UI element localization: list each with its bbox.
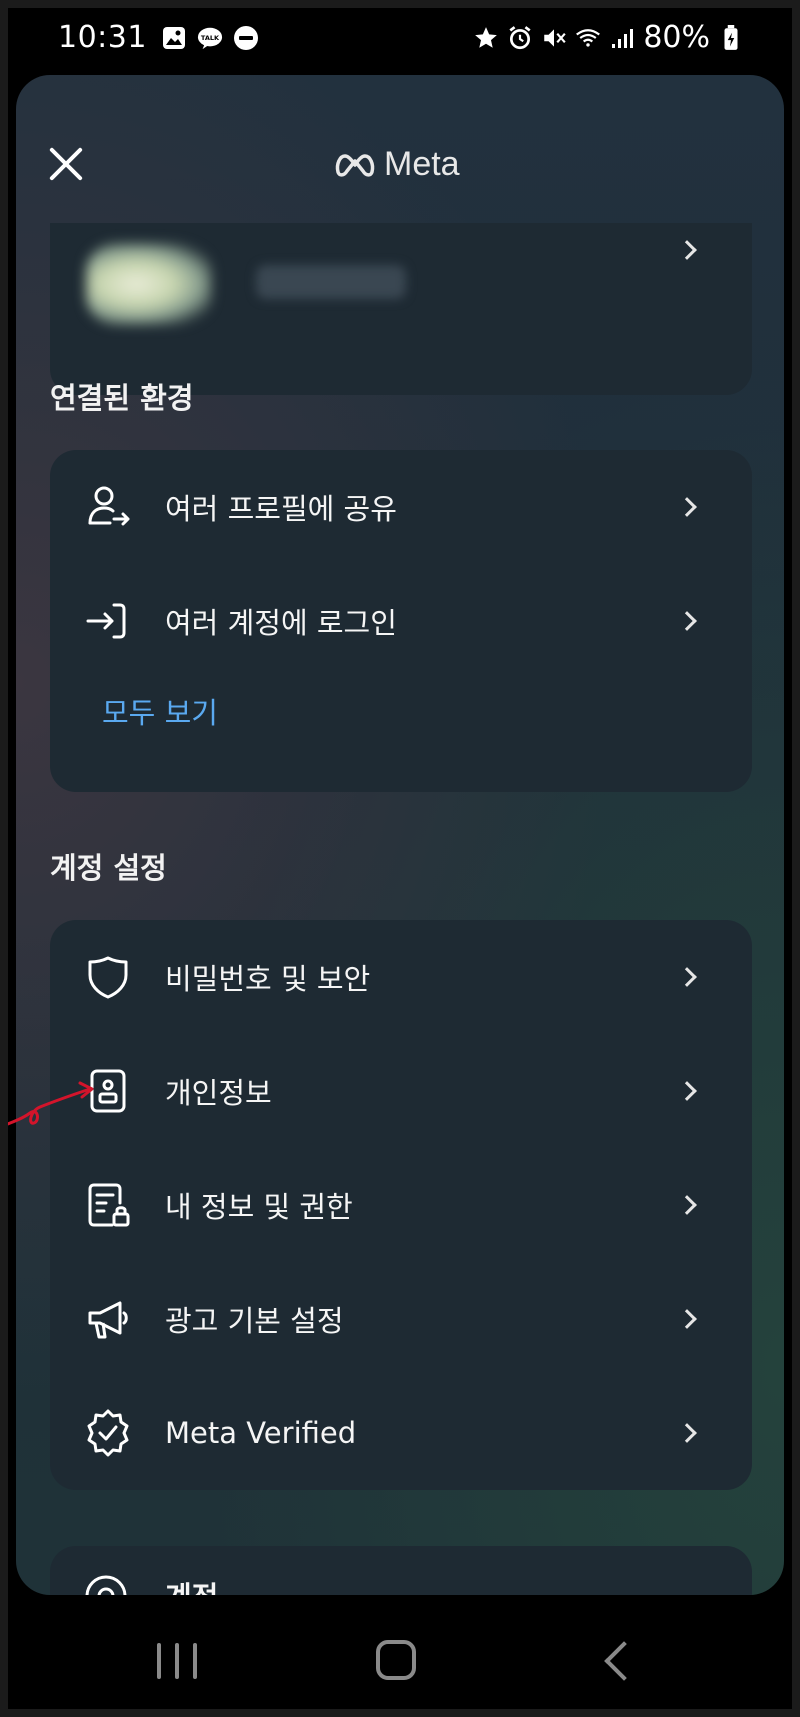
verified-badge-icon [82, 1407, 134, 1459]
chevron-right-icon [677, 1195, 697, 1215]
profile-card[interactable] [50, 223, 752, 395]
battery-icon [718, 24, 744, 51]
home-button[interactable] [376, 1640, 416, 1680]
chevron-right-icon [677, 1081, 697, 1101]
menu-item-label: 여러 프로필에 공유 [165, 492, 397, 526]
svg-text:TALK: TALK [201, 33, 220, 41]
account-card-partial[interactable]: 계정 [50, 1546, 752, 1595]
menu-item-label: 개인정보 [165, 1076, 272, 1110]
account-circle-icon [82, 1572, 130, 1595]
close-button[interactable] [42, 140, 90, 188]
menu-item-label: Meta Verified [165, 1416, 357, 1450]
chevron-right-icon [677, 1309, 697, 1329]
chevron-right-icon [677, 1423, 697, 1443]
connected-card: 여러 프로필에 공유 여러 계정에 로그인 모두 보기 [50, 450, 752, 792]
account-settings-card: 비밀번호 및 보안 개인정보 내 정보 및 권한 광고 기본 설정 Meta V… [50, 920, 752, 1490]
accounts-center-sheet: Meta 연결된 환경 여러 프로필에 공유 여러 계정에 로그인 모두 보기 … [16, 75, 784, 1595]
sheet-header: Meta [16, 75, 784, 225]
menu-item-label: 광고 기본 설정 [165, 1304, 344, 1338]
menu-item-share-profiles[interactable]: 여러 프로필에 공유 [50, 450, 752, 564]
recent-apps-button[interactable] [157, 1643, 197, 1679]
menu-item-label: 내 정보 및 권한 [165, 1190, 353, 1224]
annotation-arrow-icon [0, 1081, 94, 1129]
menu-item-label: 여러 계정에 로그인 [165, 606, 397, 640]
section-title-account-settings: 계정 설정 [50, 851, 167, 885]
avatar [86, 243, 212, 325]
see-all-link[interactable]: 모두 보기 [102, 690, 218, 732]
alarm-icon [507, 25, 533, 51]
login-icon [82, 595, 134, 647]
section-title-connected: 연결된 환경 [50, 381, 194, 415]
menu-item-password-security[interactable]: 비밀번호 및 보안 [50, 920, 752, 1034]
menu-item-ad-preferences[interactable]: 광고 기본 설정 [50, 1262, 752, 1376]
menu-item-label: 계정 [165, 1574, 218, 1595]
menu-item-meta-verified[interactable]: Meta Verified [50, 1376, 752, 1490]
info-permission-icon [82, 1179, 134, 1231]
menu-item-info-permissions[interactable]: 내 정보 및 권한 [50, 1148, 752, 1262]
gallery-icon [161, 25, 187, 51]
menu-item-label: 비밀번호 및 보안 [165, 962, 371, 996]
status-time: 10:31 [58, 20, 147, 55]
kakaotalk-icon: TALK [197, 25, 223, 51]
megaphone-icon [82, 1293, 134, 1345]
meta-brand: Meta [334, 145, 460, 184]
back-button[interactable] [604, 1641, 644, 1681]
wifi-icon [575, 25, 601, 51]
status-bar: 10:31 TALK 80% [0, 0, 800, 75]
star-icon [473, 25, 499, 51]
chevron-right-icon [677, 611, 697, 631]
menu-item-login-accounts[interactable]: 여러 계정에 로그인 [50, 564, 752, 678]
shield-icon [82, 951, 134, 1003]
profile-share-icon [82, 481, 134, 533]
signal-icon [609, 25, 635, 51]
profile-name-redacted [256, 265, 406, 299]
menu-item-personal-info[interactable]: 개인정보 [50, 1034, 752, 1148]
system-nav-bar [0, 1595, 800, 1717]
chevron-right-icon [677, 967, 697, 987]
brand-name: Meta [384, 145, 460, 183]
meta-logo-icon [335, 153, 375, 177]
chevron-right-icon [677, 240, 697, 260]
dnd-icon [233, 25, 259, 51]
battery-level: 80% [643, 20, 710, 55]
mute-icon [541, 25, 567, 51]
chevron-right-icon [677, 497, 697, 517]
